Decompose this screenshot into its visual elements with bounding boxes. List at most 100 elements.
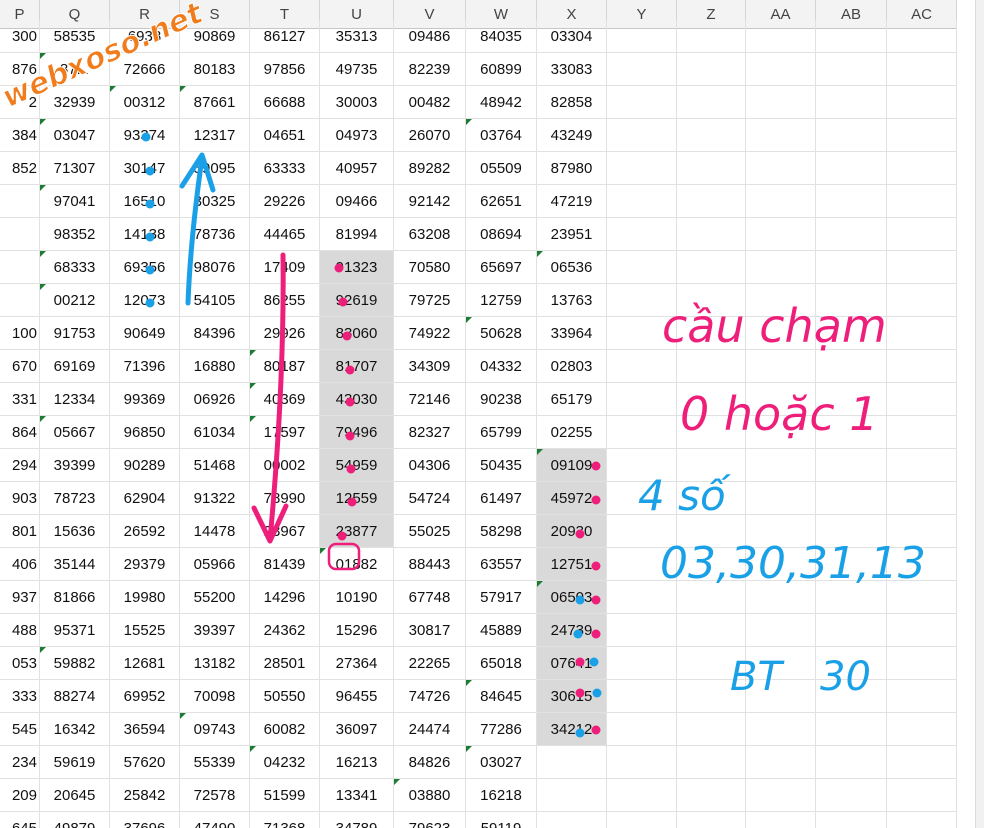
cell-z-r15[interactable] bbox=[677, 515, 746, 548]
cell-z-r13[interactable] bbox=[677, 449, 746, 482]
cell-q-r5[interactable]: 97041 bbox=[40, 185, 110, 218]
cell-r-r6[interactable]: 14138 bbox=[110, 218, 180, 251]
cell-aa-r23[interactable] bbox=[746, 779, 816, 812]
cell-r-r0[interactable]: 6938 bbox=[110, 20, 180, 53]
cell-t-r18[interactable]: 24362 bbox=[250, 614, 320, 647]
cell-p-r12[interactable]: 864 bbox=[0, 416, 40, 449]
cell-t-r3[interactable]: 04651 bbox=[250, 119, 320, 152]
cell-aa-r16[interactable] bbox=[746, 548, 816, 581]
cell-aa-r20[interactable] bbox=[746, 680, 816, 713]
cell-s-r4[interactable]: 59095 bbox=[180, 152, 250, 185]
cell-p-r21[interactable]: 545 bbox=[0, 713, 40, 746]
cell-w-r1[interactable]: 60899 bbox=[466, 53, 537, 86]
cell-aa-r19[interactable] bbox=[746, 647, 816, 680]
cell-y-r20[interactable] bbox=[607, 680, 677, 713]
cell-ab-r16[interactable] bbox=[816, 548, 887, 581]
cell-s-r17[interactable]: 55200 bbox=[180, 581, 250, 614]
cell-w-r22[interactable]: 03027 bbox=[466, 746, 537, 779]
cell-s-r18[interactable]: 39397 bbox=[180, 614, 250, 647]
cell-p-r23[interactable]: 209 bbox=[0, 779, 40, 812]
cell-p-r13[interactable]: 294 bbox=[0, 449, 40, 482]
cell-x-r10[interactable]: 02803 bbox=[537, 350, 607, 383]
cell-ab-r14[interactable] bbox=[816, 482, 887, 515]
cell-v-r12[interactable]: 82327 bbox=[394, 416, 466, 449]
cell-x-r6[interactable]: 23951 bbox=[537, 218, 607, 251]
cell-aa-r14[interactable] bbox=[746, 482, 816, 515]
cell-v-r15[interactable]: 55025 bbox=[394, 515, 466, 548]
cell-w-r21[interactable]: 77286 bbox=[466, 713, 537, 746]
cell-q-r16[interactable]: 35144 bbox=[40, 548, 110, 581]
cell-ab-r2[interactable] bbox=[816, 86, 887, 119]
cell-z-r1[interactable] bbox=[677, 53, 746, 86]
cell-y-r15[interactable] bbox=[607, 515, 677, 548]
cell-ab-r18[interactable] bbox=[816, 614, 887, 647]
cell-s-r0[interactable]: 90869 bbox=[180, 20, 250, 53]
cell-ab-r7[interactable] bbox=[816, 251, 887, 284]
cell-ac-r9[interactable] bbox=[887, 317, 957, 350]
cell-q-r2[interactable]: 32939 bbox=[40, 86, 110, 119]
cell-aa-r4[interactable] bbox=[746, 152, 816, 185]
cell-x-r1[interactable]: 33083 bbox=[537, 53, 607, 86]
cell-ab-r9[interactable] bbox=[816, 317, 887, 350]
cell-ac-r20[interactable] bbox=[887, 680, 957, 713]
cell-ab-r17[interactable] bbox=[816, 581, 887, 614]
cell-u-r20[interactable]: 96455 bbox=[320, 680, 394, 713]
cell-aa-r17[interactable] bbox=[746, 581, 816, 614]
cell-t-r5[interactable]: 29226 bbox=[250, 185, 320, 218]
cell-aa-r3[interactable] bbox=[746, 119, 816, 152]
cell-q-r11[interactable]: 12334 bbox=[40, 383, 110, 416]
cell-x-r15[interactable]: 20930 bbox=[537, 515, 607, 548]
cell-r-r15[interactable]: 26592 bbox=[110, 515, 180, 548]
cell-x-r4[interactable]: 87980 bbox=[537, 152, 607, 185]
cell-y-r0[interactable] bbox=[607, 20, 677, 53]
cell-ab-r19[interactable] bbox=[816, 647, 887, 680]
cell-s-r20[interactable]: 70098 bbox=[180, 680, 250, 713]
cell-ab-r6[interactable] bbox=[816, 218, 887, 251]
cell-q-r0[interactable]: 58535 bbox=[40, 20, 110, 53]
cell-t-r24[interactable]: 71368 bbox=[250, 812, 320, 828]
cell-u-r9[interactable]: 83060 bbox=[320, 317, 394, 350]
cell-y-r10[interactable] bbox=[607, 350, 677, 383]
cell-y-r7[interactable] bbox=[607, 251, 677, 284]
cell-x-r14[interactable]: 45972 bbox=[537, 482, 607, 515]
cell-v-r14[interactable]: 54724 bbox=[394, 482, 466, 515]
cell-ac-r7[interactable] bbox=[887, 251, 957, 284]
cell-p-r22[interactable]: 234 bbox=[0, 746, 40, 779]
cell-ac-r23[interactable] bbox=[887, 779, 957, 812]
cell-u-r17[interactable]: 10190 bbox=[320, 581, 394, 614]
cell-ac-r6[interactable] bbox=[887, 218, 957, 251]
cell-q-r10[interactable]: 69169 bbox=[40, 350, 110, 383]
cell-w-r2[interactable]: 48942 bbox=[466, 86, 537, 119]
cell-u-r7[interactable]: 91323 bbox=[320, 251, 394, 284]
cell-ac-r11[interactable] bbox=[887, 383, 957, 416]
cell-s-r2[interactable]: 87661 bbox=[180, 86, 250, 119]
cell-v-r9[interactable]: 74922 bbox=[394, 317, 466, 350]
cell-u-r15[interactable]: 23877 bbox=[320, 515, 394, 548]
cell-aa-r0[interactable] bbox=[746, 20, 816, 53]
cell-p-r19[interactable]: 053 bbox=[0, 647, 40, 680]
cell-u-r8[interactable]: 92619 bbox=[320, 284, 394, 317]
cell-ab-r23[interactable] bbox=[816, 779, 887, 812]
cell-ab-r13[interactable] bbox=[816, 449, 887, 482]
cell-p-r0[interactable]: 300 bbox=[0, 20, 40, 53]
cell-r-r1[interactable]: 72666 bbox=[110, 53, 180, 86]
cell-y-r12[interactable] bbox=[607, 416, 677, 449]
cell-ac-r0[interactable] bbox=[887, 20, 957, 53]
cell-v-r19[interactable]: 22265 bbox=[394, 647, 466, 680]
cell-s-r14[interactable]: 91322 bbox=[180, 482, 250, 515]
cell-y-r2[interactable] bbox=[607, 86, 677, 119]
cell-q-r1[interactable]: 87... bbox=[40, 53, 110, 86]
cell-r-r10[interactable]: 71396 bbox=[110, 350, 180, 383]
cell-p-r10[interactable]: 670 bbox=[0, 350, 40, 383]
cell-r-r12[interactable]: 96850 bbox=[110, 416, 180, 449]
cell-ac-r24[interactable] bbox=[887, 812, 957, 828]
cell-z-r10[interactable] bbox=[677, 350, 746, 383]
cell-x-r5[interactable]: 47219 bbox=[537, 185, 607, 218]
cell-r-r13[interactable]: 90289 bbox=[110, 449, 180, 482]
cell-w-r7[interactable]: 65697 bbox=[466, 251, 537, 284]
cell-z-r18[interactable] bbox=[677, 614, 746, 647]
cell-v-r2[interactable]: 00482 bbox=[394, 86, 466, 119]
cell-t-r7[interactable]: 17409 bbox=[250, 251, 320, 284]
cell-t-r4[interactable]: 63333 bbox=[250, 152, 320, 185]
cell-v-r0[interactable]: 09486 bbox=[394, 20, 466, 53]
